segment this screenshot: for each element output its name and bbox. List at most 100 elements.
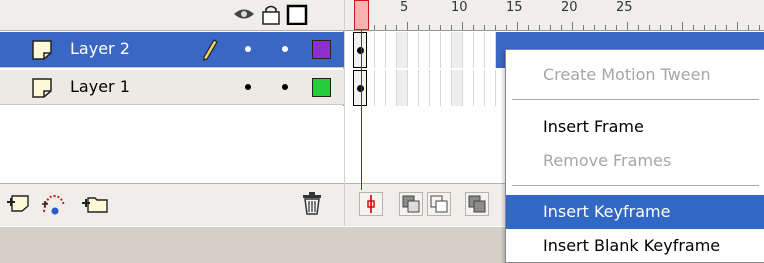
ruler-tick bbox=[594, 25, 595, 30]
add-motion-guide-icon[interactable] bbox=[40, 190, 68, 216]
layer-name: Layer 2 bbox=[70, 39, 130, 58]
ruler-tick bbox=[561, 25, 562, 30]
ruler-tick bbox=[693, 25, 694, 30]
ruler-tick bbox=[418, 25, 419, 30]
menu-item-insert-keyframe[interactable]: Insert Keyframe bbox=[506, 195, 764, 229]
ruler-tick bbox=[407, 22, 408, 30]
onion-outline-icon bbox=[430, 195, 448, 213]
playhead[interactable] bbox=[354, 0, 369, 30]
frame-cell[interactable] bbox=[485, 70, 496, 106]
ruler-tick bbox=[704, 25, 705, 30]
eye-icon[interactable] bbox=[232, 4, 256, 25]
frame-ruler[interactable]: 1 5 10 15 20 25 bbox=[345, 0, 764, 31]
ruler-tick bbox=[748, 25, 749, 30]
menu-item-insert-blank-keyframe[interactable]: Insert Blank Keyframe bbox=[506, 229, 764, 263]
context-menu: Create Motion Tween Insert Frame Remove … bbox=[505, 49, 764, 263]
trash-icon[interactable] bbox=[300, 190, 324, 216]
frame-cell[interactable] bbox=[474, 70, 485, 106]
layer-icon bbox=[32, 40, 52, 60]
ruler-tick bbox=[605, 25, 606, 30]
visibility-dot[interactable] bbox=[245, 84, 251, 90]
pencil-icon bbox=[203, 39, 218, 61]
layer-color-swatch[interactable] bbox=[312, 78, 331, 97]
frame-cell[interactable] bbox=[452, 32, 463, 68]
ruler-tick bbox=[396, 25, 397, 30]
ruler-tick bbox=[627, 22, 628, 30]
ruler-tick bbox=[385, 25, 386, 30]
layer-header bbox=[0, 0, 344, 31]
ruler-tick bbox=[440, 25, 441, 30]
frame-cell[interactable] bbox=[430, 70, 441, 106]
frame-cell[interactable] bbox=[441, 32, 452, 68]
ruler-tick bbox=[451, 25, 452, 30]
ruler-tick bbox=[528, 25, 529, 30]
ruler-tick bbox=[715, 25, 716, 30]
frame-cell[interactable] bbox=[375, 70, 386, 106]
frame-cell[interactable] bbox=[430, 32, 441, 68]
frame-cell[interactable] bbox=[397, 32, 408, 68]
frame-cell[interactable] bbox=[386, 32, 397, 68]
ruler-tick bbox=[759, 25, 760, 30]
frame-cell[interactable] bbox=[485, 32, 496, 68]
ruler-tick bbox=[671, 25, 672, 30]
ruler-label: 25 bbox=[616, 0, 633, 15]
ruler-tick bbox=[473, 25, 474, 30]
layer-row-layer-2[interactable]: Layer 2 bbox=[0, 32, 344, 68]
onion-skin-button[interactable] bbox=[399, 192, 423, 216]
insert-folder-icon[interactable] bbox=[80, 190, 110, 216]
outline-icon[interactable] bbox=[286, 4, 308, 25]
frame-cell[interactable] bbox=[397, 70, 408, 106]
menu-item-create-motion-tween[interactable]: Create Motion Tween bbox=[506, 58, 764, 92]
ruler-tick bbox=[550, 25, 551, 30]
onion-outline-button[interactable] bbox=[427, 192, 451, 216]
ruler-tick bbox=[506, 25, 507, 30]
ruler-tick bbox=[517, 22, 518, 30]
lock-dot[interactable] bbox=[282, 84, 288, 90]
center-frame-button[interactable] bbox=[359, 192, 383, 216]
menu-item-insert-frame[interactable]: Insert Frame bbox=[506, 110, 764, 144]
ruler-tick bbox=[638, 25, 639, 30]
layer-color-swatch[interactable] bbox=[312, 40, 331, 59]
onion-skin-icon bbox=[402, 195, 420, 213]
ruler-label: 15 bbox=[506, 0, 523, 15]
ruler-tick bbox=[682, 22, 683, 30]
frame-cell[interactable] bbox=[452, 70, 463, 106]
ruler-tick bbox=[737, 22, 738, 30]
ruler-tick bbox=[649, 25, 650, 30]
layer-panel: Layer 2 Layer 1 bbox=[0, 0, 344, 226]
frame-cell[interactable] bbox=[419, 32, 430, 68]
ruler-tick bbox=[429, 25, 430, 30]
frame-cell[interactable] bbox=[441, 70, 452, 106]
frame-cell[interactable] bbox=[419, 70, 430, 106]
frame-cell[interactable] bbox=[408, 70, 419, 106]
frame-cell[interactable] bbox=[408, 32, 419, 68]
layer-footer-toolbar bbox=[0, 183, 344, 226]
new-layer-icon[interactable] bbox=[4, 190, 34, 216]
frame-cell[interactable] bbox=[463, 70, 474, 106]
ruler-tick bbox=[726, 25, 727, 30]
keyframe[interactable] bbox=[353, 70, 367, 106]
center-frame-icon bbox=[367, 195, 375, 213]
frame-cell[interactable] bbox=[474, 32, 485, 68]
menu-separator bbox=[512, 99, 759, 100]
ruler-tick bbox=[462, 22, 463, 30]
edit-multiple-frames-button[interactable] bbox=[465, 192, 489, 216]
layer-icon bbox=[32, 78, 52, 98]
ruler-tick bbox=[374, 25, 375, 30]
ruler-label: 10 bbox=[451, 0, 468, 15]
lock-dot[interactable] bbox=[282, 46, 288, 52]
menu-item-remove-frames[interactable]: Remove Frames bbox=[506, 144, 764, 178]
frame-cell[interactable] bbox=[463, 32, 474, 68]
visibility-dot[interactable] bbox=[245, 46, 251, 52]
keyframe[interactable] bbox=[353, 32, 367, 68]
frame-cell[interactable] bbox=[375, 32, 386, 68]
ruler-tick bbox=[495, 25, 496, 30]
lock-icon[interactable] bbox=[260, 4, 282, 25]
menu-separator bbox=[512, 185, 759, 186]
ruler-tick bbox=[539, 25, 540, 30]
ruler-tick bbox=[660, 25, 661, 30]
layer-row-layer-1[interactable]: Layer 1 bbox=[0, 69, 344, 105]
ruler-tick bbox=[572, 22, 573, 30]
frame-cell[interactable] bbox=[386, 70, 397, 106]
layer-name: Layer 1 bbox=[70, 77, 130, 96]
